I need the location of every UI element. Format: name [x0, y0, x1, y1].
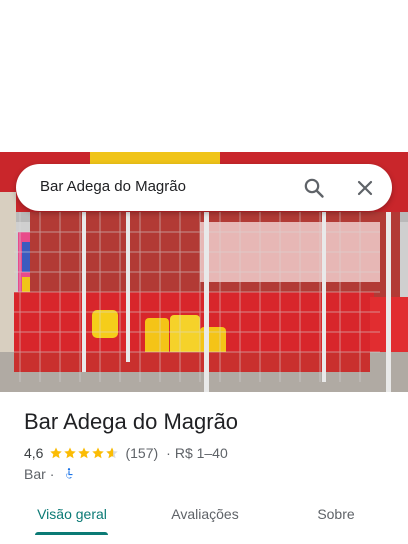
tab-reviews[interactable]: Avaliações [168, 494, 242, 534]
star-icon [50, 447, 63, 459]
separator: · [49, 466, 55, 482]
category-row: Bar · [24, 466, 76, 482]
place-title: Bar Adega do Magrão [24, 409, 239, 434]
search-icon[interactable] [302, 176, 326, 200]
tab-overview[interactable]: Visão geral [35, 494, 109, 534]
active-tab-indicator [35, 532, 108, 535]
tab-about[interactable]: Sobre [314, 494, 358, 534]
star-icon [64, 447, 77, 459]
star-icon [78, 447, 91, 459]
search-bar[interactable]: Bar Adega do Magrão [16, 164, 392, 211]
star-half-icon [106, 447, 119, 459]
price-range: R$ 1–40 [174, 445, 228, 461]
accessible-icon [66, 468, 73, 479]
separator: · [166, 445, 171, 461]
rating-value: 4,6 [24, 445, 44, 461]
category-label: Bar [24, 466, 46, 482]
rating-row[interactable]: 4,6 (157) · R$ 1–40 [24, 445, 228, 461]
star-icon [92, 447, 105, 459]
close-icon[interactable] [353, 176, 377, 200]
star-rating [49, 446, 119, 460]
review-count[interactable]: (157) [125, 445, 158, 461]
tab-bar: Visão geral Avaliações Sobre [0, 494, 408, 538]
search-input[interactable]: Bar Adega do Magrão [40, 178, 186, 195]
